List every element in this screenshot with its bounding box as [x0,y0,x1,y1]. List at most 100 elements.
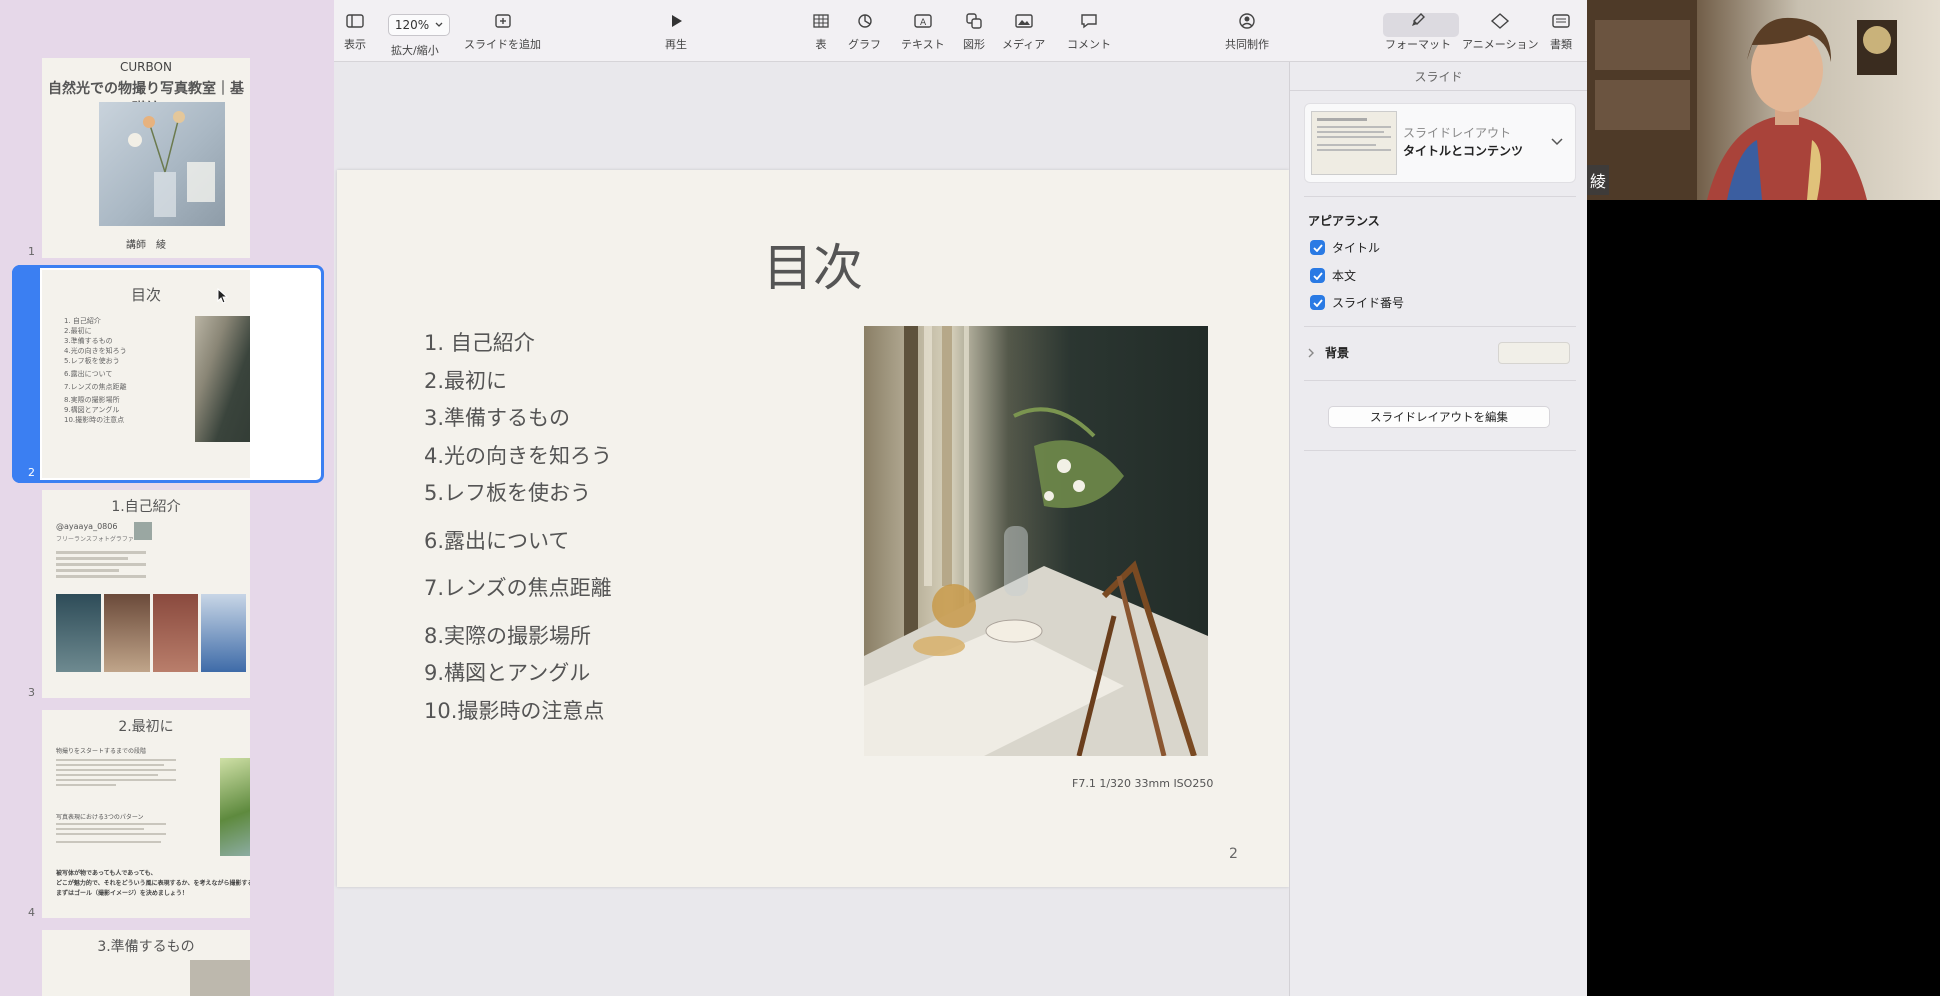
slide-canvas[interactable]: 目次 1. 自己紹介 2.最初に 3.準備するもの 4.光の向きを知ろう 5.レ… [334,62,1289,996]
thumb4-subhead1: 物撮りをスタートするまでの段階 [56,748,147,755]
tea-table-photo [864,326,1208,756]
thumb2-toc: 1. 自己紹介 2.最初に 3.準備するもの 4.光の向きを知ろう 5.レフ板を… [64,316,127,425]
thumb2-toc-item: 1. 自己紹介 [64,317,101,325]
slide-thumbnail-4[interactable]: 2.最初に 物撮りをスタートするまでの段階 写真表現における3つのパターン 被写… [42,710,250,918]
animate-button[interactable]: アニメーション [1462,12,1539,52]
edit-layout-button[interactable]: スライドレイアウトを編集 [1328,406,1550,428]
collaborate-icon [1239,13,1255,29]
thumb3-title: 1.自己紹介 [111,499,181,515]
slide-thumbnail-1[interactable]: CURBON 自然光での物撮り写真教室｜基礎編 講師 綾 [42,58,250,258]
zoom-label-wrap: 拡大/縮小 [391,42,439,58]
checkmark-icon[interactable] [1310,240,1325,255]
divider [1304,196,1576,197]
title-checkbox-row[interactable]: タイトル [1310,239,1380,256]
layout-preview [1311,111,1397,175]
divider [1304,326,1576,327]
add-slide-label: スライドを追加 [464,38,541,51]
chart-button[interactable]: グラフ [848,12,881,52]
comment-button[interactable]: コメント [1067,12,1111,52]
shape-button[interactable]: 図形 [963,12,985,52]
toolbar: 表示 120% 拡大/縮小 スライドを追加 再生 表 グラフ A テキスト 図形… [334,0,1587,62]
play-button[interactable]: 再生 [665,12,687,52]
zoom-value: 120% [394,18,430,32]
thumb3-gallery [56,594,246,672]
chevron-right-icon[interactable] [1308,348,1315,358]
media-icon [1014,14,1033,28]
thumb4-footer1: 被写体が物であっても人であっても、 [56,870,157,877]
layout-value: タイトルとコンテンツ [1403,144,1524,158]
checkmark-icon[interactable] [1310,268,1325,283]
table-icon [813,14,829,28]
inspector-header-divider [1290,90,1587,91]
text-button[interactable]: A テキスト [901,12,945,52]
inspector-header[interactable]: スライド [1290,68,1587,85]
chart-icon [857,14,872,28]
thumb4-photo [220,758,250,856]
thumb4-footer3: まずはゴール（撮影イメージ）を決めましょう！ [56,890,188,897]
format-button[interactable]: フォーマット [1385,12,1451,52]
thumb3-handle: @ayaaya_0806 [56,522,118,531]
keynote-window: CURBON 自然光での物撮り写真教室｜基礎編 講師 綾 1 目次 1. 自己紹… [0,0,1587,996]
slide-number-4: 4 [28,906,35,919]
paintbrush-icon [1412,13,1425,26]
view-button[interactable]: 表示 [344,12,366,52]
thumb2-toc-item: 3.準備するもの [64,337,113,345]
thumb1-brand: CURBON [120,60,172,74]
table-of-contents[interactable]: 1. 自己紹介 2.最初に 3.準備するもの 4.光の向きを知ろう 5.レフ板を… [424,325,612,730]
body-checkbox-label: 本文 [1332,269,1357,283]
body-checkbox-row[interactable]: 本文 [1310,267,1356,284]
toc-item: 5.レフ板を使おう [424,481,592,505]
thumb3-avatar [134,522,152,540]
media-button[interactable]: メディア [1002,12,1045,52]
svg-text:A: A [920,18,927,28]
thumb5-title: 3.準備するもの [97,939,195,955]
thumb3-role: フリーランスフォトグラファー [56,536,140,543]
edit-layout-label: スライドレイアウトを編集 [1370,410,1508,424]
thumb2-toc-item: 5.レフ板を使おう [64,357,120,365]
background-label: 背景 [1325,346,1350,360]
chevron-down-icon [435,22,443,27]
current-slide[interactable]: 目次 1. 自己紹介 2.最初に 3.準備するもの 4.光の向きを知ろう 5.レ… [337,170,1289,887]
chart-label: グラフ [848,38,881,51]
thumb5-photo [190,960,250,996]
slide-thumbnail-5[interactable]: 3.準備するもの [42,930,250,996]
slide-navigator[interactable]: CURBON 自然光での物撮り写真教室｜基礎編 講師 綾 1 目次 1. 自己紹… [0,0,334,996]
person-silhouette [1587,0,1897,200]
toc-item: 6.露出について [424,528,570,553]
thumb2-toc-item: 10.撮影時の注意点 [64,416,125,424]
toc-item: 4.光の向きを知ろう [424,443,613,468]
background-color-well[interactable] [1498,342,1570,364]
thumb2-photo-img [195,316,250,442]
photo-caption[interactable]: F7.1 1/320 33mm ISO250 [1072,777,1213,790]
thumb4-body [56,756,176,789]
selected-slide-accent [12,265,40,483]
background-row[interactable]: 背景 [1308,344,1349,361]
slide-photo[interactable] [864,326,1208,756]
zoom-select[interactable]: 120% [388,14,450,36]
shape-icon [966,13,982,29]
layout-selector[interactable]: スライドレイアウト タイトルとコンテンツ [1304,103,1576,183]
checkmark-icon[interactable] [1310,295,1325,310]
add-slide-button[interactable]: スライドを追加 [464,12,541,52]
slide-title[interactable]: 目次 [337,228,1289,300]
toc-item: 10.撮影時の注意点 [424,698,605,723]
slide-number: 2 [1229,846,1238,862]
collaborate-button[interactable]: 共同制作 [1225,12,1269,52]
thumb1-lecturer: 講師 綾 [126,240,166,251]
table-button[interactable]: 表 [810,12,832,52]
thumb4-title: 2.最初に [118,719,174,735]
animate-icon [1491,13,1510,29]
title-checkbox-label: タイトル [1332,241,1381,255]
slide-number-2: 2 [28,466,35,479]
layout-label: スライドレイアウト [1403,126,1512,140]
slide-number-checkbox-row[interactable]: スライド番号 [1310,294,1404,311]
view-label: 表示 [344,38,366,51]
play-icon [672,15,682,27]
document-button[interactable]: 書類 [1550,12,1572,52]
thumb2-toc-item: 7.レンズの焦点距離 [64,383,127,391]
slide-thumbnail-2[interactable]: 目次 1. 自己紹介 2.最初に 3.準備するもの 4.光の向きを知ろう 5.レ… [42,270,250,478]
flower-vase-image [128,111,215,217]
thumb2-toc-item: 8.実際の撮影場所 [64,396,120,404]
slide-thumbnail-3[interactable]: 1.自己紹介 @ayaaya_0806 フリーランスフォトグラファー [42,490,250,698]
animate-label: アニメーション [1462,38,1539,51]
